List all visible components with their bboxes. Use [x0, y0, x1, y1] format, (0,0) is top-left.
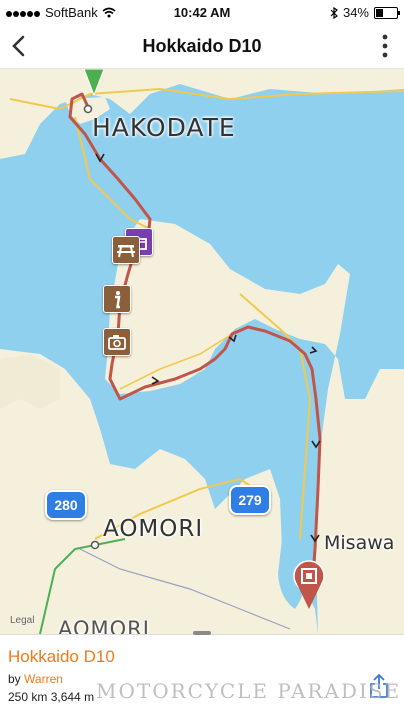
battery-icon [374, 6, 400, 19]
route-title[interactable]: Hokkaido D10 [8, 647, 115, 667]
route-direction-arrow [309, 346, 318, 354]
status-bar: SoftBank 10:42 AM 34% [0, 0, 404, 24]
page-title: Hokkaido D10 [142, 36, 262, 56]
camera-icon [108, 335, 126, 350]
battery-percent: 34% [342, 5, 369, 20]
city-label-hakodate: HAKODATE [92, 113, 236, 142]
author-link[interactable]: Warren [24, 672, 63, 686]
road-badge-280: 280 [45, 490, 87, 520]
route-elevation: 3,644 m [50, 690, 95, 704]
by-prefix: by [8, 672, 21, 686]
poi-picnic[interactable] [112, 236, 140, 264]
route-author-line: by Warren [8, 672, 63, 686]
picnic-table-icon [117, 245, 135, 258]
route-distance: 250 km [8, 690, 48, 704]
info-icon [115, 291, 121, 309]
city-label-misawa: Misawa [324, 532, 395, 554]
poi-camera[interactable] [103, 328, 131, 356]
more-vertical-icon[interactable] [380, 33, 390, 59]
route-stats: 250 km 3,644 m [8, 690, 94, 704]
route-summary-panel: Hokkaido D10 by Warren 250 km 3,644 m [0, 631, 404, 716]
map-legal-link[interactable]: Legal [10, 615, 34, 626]
aomori-dot [90, 540, 100, 550]
drag-handle[interactable] [193, 631, 211, 635]
bluetooth-icon [330, 6, 338, 19]
hakodate-dot [83, 104, 93, 114]
status-right: 34% [330, 5, 400, 20]
nav-bar: Hokkaido D10 [0, 24, 404, 69]
poi-info[interactable] [103, 285, 131, 313]
city-label-aomori: AOMORI [103, 516, 204, 542]
watermark-text: MOTORCYCLE PARADISE [96, 679, 402, 703]
route-map[interactable]: HAKODATE AOMORI AOMORI Misawa 280 279 Le… [0, 69, 404, 634]
road-badge-279: 279 [229, 485, 271, 515]
prefecture-label-aomori: AOMORI [58, 617, 150, 634]
battery-fill [376, 8, 383, 17]
